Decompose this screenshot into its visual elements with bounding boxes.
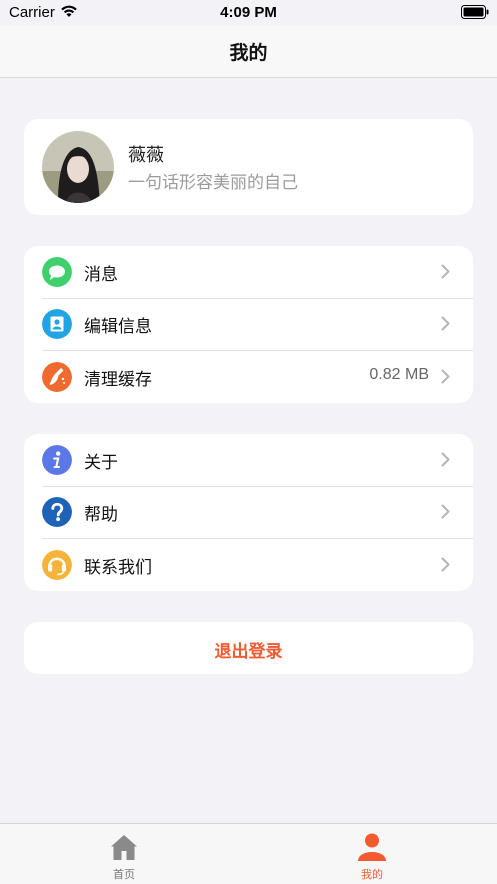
menu-item-label: 编辑信息 — [84, 317, 152, 337]
user-edit-icon — [42, 309, 72, 339]
tab-home[interactable]: 首页 — [49, 824, 199, 884]
menu-item-label: 联系我们 — [84, 558, 152, 578]
page-title: 我的 — [229, 42, 268, 64]
menu-item-clear-cache[interactable]: 清理缓存 0.82 MB — [24, 351, 473, 403]
menu-item-help[interactable]: 帮助 — [24, 486, 473, 538]
cache-size: 0.82 MB — [369, 366, 429, 383]
help-icon — [42, 497, 72, 527]
broom-icon — [42, 362, 72, 392]
tab-mine[interactable]: 我的 — [297, 824, 447, 884]
chevron-right-icon — [441, 504, 450, 519]
tab-label: 我的 — [361, 868, 383, 881]
battery-icon — [461, 5, 489, 19]
headset-icon — [42, 550, 72, 580]
home-icon — [111, 835, 137, 860]
menu-group-1: 消息 编辑信息 清理缓存 0.82 MB — [24, 246, 473, 403]
menu-item-label: 帮助 — [84, 505, 118, 525]
chevron-right-icon — [441, 316, 450, 331]
menu-item-label: 清理缓存 — [84, 370, 152, 390]
status-bar: Carrier 4:09 PM — [0, 0, 497, 26]
menu-item-contact-us[interactable]: 联系我们 — [24, 539, 473, 591]
chevron-right-icon — [441, 452, 450, 467]
menu-group-2: 关于 帮助 联系我们 — [24, 434, 473, 591]
chevron-right-icon — [441, 557, 450, 572]
logout-button[interactable]: 退出登录 — [24, 622, 473, 674]
avatar[interactable] — [42, 131, 114, 203]
menu-item-about[interactable]: 关于 — [24, 434, 473, 486]
profile-card[interactable]: 薇薇 一句话形容美丽的自己 — [24, 119, 473, 215]
tab-label: 首页 — [113, 868, 135, 881]
logout-label: 退出登录 — [214, 642, 283, 662]
menu-item-label: 关于 — [84, 453, 118, 473]
message-icon — [42, 257, 72, 287]
navigation-bar: 我的 — [0, 26, 497, 78]
chevron-right-icon — [441, 264, 450, 279]
profile-signature: 一句话形容美丽的自己 — [128, 173, 298, 193]
user-icon — [358, 833, 386, 861]
tab-bar: 首页 我的 — [0, 823, 497, 884]
menu-item-label: 消息 — [84, 265, 118, 285]
clock: 4:09 PM — [220, 4, 277, 21]
profile-name: 薇薇 — [128, 145, 164, 166]
menu-item-edit-info[interactable]: 编辑信息 — [24, 298, 473, 350]
info-icon — [42, 445, 72, 475]
menu-item-messages[interactable]: 消息 — [24, 246, 473, 298]
chevron-right-icon — [441, 369, 450, 384]
